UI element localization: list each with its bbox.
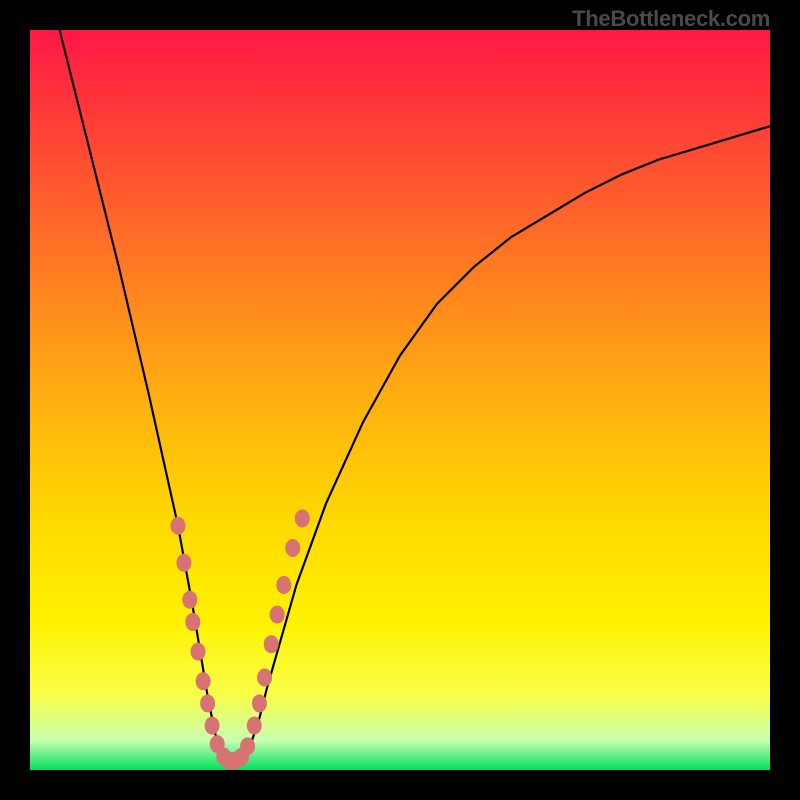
plot-area	[30, 30, 770, 770]
watermark-text: TheBottleneck.com	[572, 6, 770, 32]
chart-container: TheBottleneck.com	[0, 0, 800, 800]
background-gradient	[30, 30, 770, 770]
